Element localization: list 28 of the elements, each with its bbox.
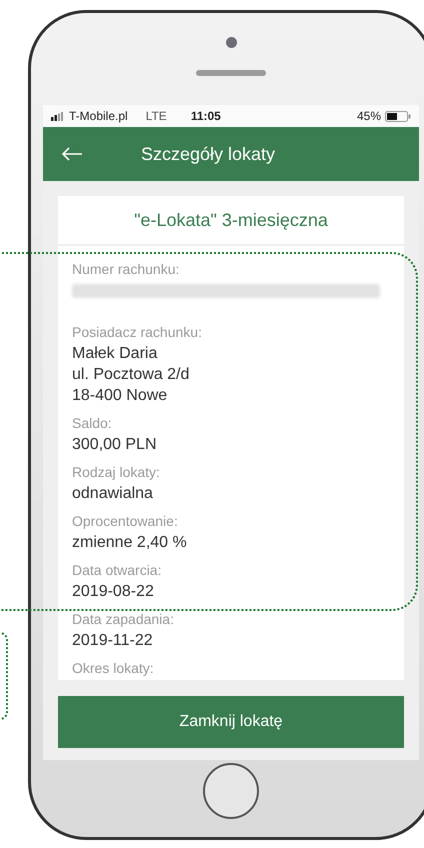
field-value: odnawialna [72,484,154,504]
field-value: 2019-11-22 [72,631,154,651]
field-label: Data otwarcia: [72,561,162,580]
field-label: Numer rachunku: [72,260,180,279]
field-label: Data zapadania: [72,610,175,629]
field-label: Rodzaj lokaty: [72,463,161,482]
field-value: ul. Pocztowa 2/d [72,365,190,385]
camera-icon [226,37,236,48]
battery-percent: 45% [356,109,381,124]
network-type: LTE [146,109,167,124]
back-arrow-icon[interactable] [61,147,83,162]
carrier-name: T-Mobile.pl [69,109,128,124]
field-label: Oprocentowanie: [72,512,179,531]
deposit-name: "e-Lokata" 3-miesięczna [58,196,404,244]
close-deposit-button[interactable]: Zamknij lokatę [58,696,404,748]
field-value: 2019-08-22 [72,582,155,602]
field-value: 300,00 PLN [72,435,158,455]
field-value: zmienne 2,40 % [72,533,188,553]
clock-time: 11:05 [190,109,221,124]
screen-title: Szczegóły lokaty [141,144,276,165]
field-label: Okres lokaty: [72,659,155,678]
field-value: 18-400 Nowe [72,386,168,406]
speaker-icon [196,70,266,76]
battery-icon [385,110,411,122]
field-label: Posiadacz rachunku: [72,323,203,342]
signal-icon [51,112,65,121]
field-value: Małek Daria [72,344,158,364]
field-label: Saldo: [72,414,113,433]
